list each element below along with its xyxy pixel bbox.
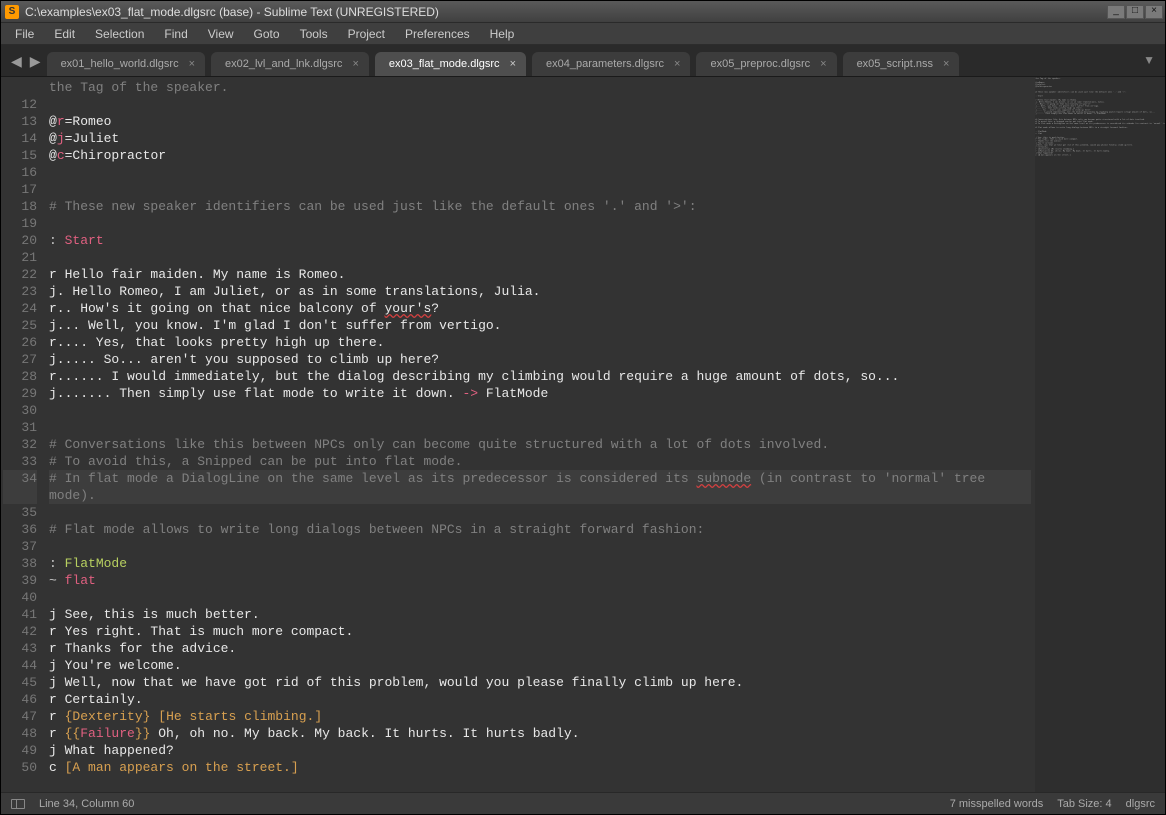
- tab-ex05_preproc-dlgsrc[interactable]: ex05_preproc.dlgsrc ×: [696, 52, 836, 76]
- code-line[interactable]: # Conversations like this between NPCs o…: [49, 436, 1031, 453]
- code-line[interactable]: [49, 215, 1031, 232]
- tab-close-icon[interactable]: ×: [510, 58, 516, 70]
- tab-close-icon[interactable]: ×: [943, 58, 949, 70]
- maximize-button[interactable]: □: [1126, 5, 1144, 19]
- code-line[interactable]: : FlatMode: [49, 555, 1031, 572]
- status-spellcheck[interactable]: 7 misspelled words: [950, 798, 1044, 810]
- tab-label: ex04_parameters.dlgsrc: [546, 58, 664, 70]
- code-line[interactable]: [49, 181, 1031, 198]
- tab-label: ex05_preproc.dlgsrc: [710, 58, 810, 70]
- tab-label: ex02_lvl_and_lnk.dlgsrc: [225, 58, 342, 70]
- tab-label: ex03_flat_mode.dlgsrc: [389, 58, 500, 70]
- menu-tools[interactable]: Tools: [292, 25, 336, 43]
- menu-view[interactable]: View: [200, 25, 242, 43]
- code-line[interactable]: @r=Romeo: [49, 113, 1031, 130]
- code-line[interactable]: r Hello fair maiden. My name is Romeo.: [49, 266, 1031, 283]
- code-line[interactable]: r...... I would immediately, but the dia…: [49, 368, 1031, 385]
- menu-help[interactable]: Help: [482, 25, 523, 43]
- tab-bar: ◀ ▶ ex01_hello_world.dlgsrc×ex02_lvl_and…: [1, 45, 1165, 77]
- code-line[interactable]: # In flat mode a DialogLine on the same …: [49, 470, 1031, 504]
- code-line[interactable]: j... Well, you know. I'm glad I don't su…: [49, 317, 1031, 334]
- code-line[interactable]: ~ flat: [49, 572, 1031, 589]
- code-line[interactable]: j..... So... aren't you supposed to clim…: [49, 351, 1031, 368]
- code-line[interactable]: j. Hello Romeo, I am Juliet, or as in so…: [49, 283, 1031, 300]
- code-line[interactable]: r Certainly.: [49, 691, 1031, 708]
- tab-label: ex01_hello_world.dlgsrc: [61, 58, 179, 70]
- menu-project[interactable]: Project: [340, 25, 393, 43]
- code-line[interactable]: [49, 504, 1031, 521]
- tab-ex03_flat_mode-dlgsrc[interactable]: ex03_flat_mode.dlgsrc ×: [375, 52, 526, 76]
- code-line[interactable]: @j=Juliet: [49, 130, 1031, 147]
- code-line[interactable]: r.. How's it going on that nice balcony …: [49, 300, 1031, 317]
- code-line[interactable]: j You're welcome.: [49, 657, 1031, 674]
- menu-edit[interactable]: Edit: [46, 25, 83, 43]
- code-line[interactable]: # Flat mode allows to write long dialogs…: [49, 521, 1031, 538]
- code-line[interactable]: j What happened?: [49, 742, 1031, 759]
- code-line[interactable]: [49, 538, 1031, 555]
- code-line[interactable]: [49, 96, 1031, 113]
- menu-find[interactable]: Find: [156, 25, 195, 43]
- status-bar: Line 34, Column 60 7 misspelled words Ta…: [1, 792, 1165, 814]
- code-line[interactable]: @c=Chiropractor: [49, 147, 1031, 164]
- code-line[interactable]: : Start: [49, 232, 1031, 249]
- window-titlebar: S C:\examples\ex03_flat_mode.dlgsrc (bas…: [1, 1, 1165, 23]
- code-line[interactable]: [49, 419, 1031, 436]
- window-title: C:\examples\ex03_flat_mode.dlgsrc (base)…: [25, 5, 1107, 19]
- status-syntax[interactable]: dlgsrc: [1126, 798, 1155, 810]
- menu-goto[interactable]: Goto: [246, 25, 288, 43]
- code-line[interactable]: r Yes right. That is much more compact.: [49, 623, 1031, 640]
- tab-close-icon[interactable]: ×: [352, 58, 358, 70]
- tab-ex05_script-nss[interactable]: ex05_script.nss ×: [843, 52, 960, 76]
- menu-selection[interactable]: Selection: [87, 25, 152, 43]
- code-line[interactable]: c [A man appears on the street.]: [49, 759, 1031, 776]
- menu-preferences[interactable]: Preferences: [397, 25, 478, 43]
- menu-file[interactable]: File: [7, 25, 42, 43]
- tab-label: ex05_script.nss: [857, 58, 933, 70]
- tab-close-icon[interactable]: ×: [189, 58, 195, 70]
- minimize-button[interactable]: _: [1107, 5, 1125, 19]
- tab-close-icon[interactable]: ×: [674, 58, 680, 70]
- code-line[interactable]: r {Dexterity} [He starts climbing.]: [49, 708, 1031, 725]
- menu-bar: FileEditSelectionFind ViewGotoToolsProjec…: [1, 23, 1165, 45]
- line-number-gutter: 1213141516171819202122232425262728293031…: [1, 77, 45, 792]
- editor-area: 1213141516171819202122232425262728293031…: [1, 77, 1165, 792]
- app-icon: S: [5, 5, 19, 19]
- code-line[interactable]: # To avoid this, a Snipped can be put in…: [49, 453, 1031, 470]
- code-line[interactable]: j Well, now that we have got rid of this…: [49, 674, 1031, 691]
- code-line[interactable]: [49, 589, 1031, 606]
- code-line[interactable]: the Tag of the speaker.: [49, 79, 1031, 96]
- code-line[interactable]: r {{Failure}} Oh, oh no. My back. My bac…: [49, 725, 1031, 742]
- code-line[interactable]: r.... Yes, that looks pretty high up the…: [49, 334, 1031, 351]
- window-buttons: _ □ ×: [1107, 5, 1163, 19]
- tab-close-icon[interactable]: ×: [820, 58, 826, 70]
- nav-forward-icon[interactable]: ▶: [30, 53, 41, 70]
- code-line[interactable]: # These new speaker identifiers can be u…: [49, 198, 1031, 215]
- close-button[interactable]: ×: [1145, 5, 1163, 19]
- tab-ex02_lvl_and_lnk-dlgsrc[interactable]: ex02_lvl_and_lnk.dlgsrc ×: [211, 52, 369, 76]
- tab-ex04_parameters-dlgsrc[interactable]: ex04_parameters.dlgsrc ×: [532, 52, 690, 76]
- panel-switcher-icon[interactable]: [11, 799, 25, 809]
- status-tabsize[interactable]: Tab Size: 4: [1057, 798, 1111, 810]
- code-line[interactable]: j....... Then simply use flat mode to wr…: [49, 385, 1031, 402]
- status-cursor[interactable]: Line 34, Column 60: [39, 798, 134, 810]
- code-line[interactable]: r Thanks for the advice.: [49, 640, 1031, 657]
- tab-overflow-icon[interactable]: ▼: [1143, 53, 1155, 67]
- tab-nav-arrows: ◀ ▶: [9, 53, 47, 76]
- minimap[interactable]: the Tag of the speaker. @r=Romeo @j=Juli…: [1035, 77, 1165, 792]
- code-line[interactable]: [49, 402, 1031, 419]
- code-line[interactable]: j See, this is much better.: [49, 606, 1031, 623]
- code-line[interactable]: [49, 249, 1031, 266]
- code-line[interactable]: [49, 164, 1031, 181]
- nav-back-icon[interactable]: ◀: [11, 53, 22, 70]
- tab-ex01_hello_world-dlgsrc[interactable]: ex01_hello_world.dlgsrc ×: [47, 52, 205, 76]
- code-editor[interactable]: the Tag of the speaker. @r=Romeo@j=Juliet…: [45, 77, 1035, 792]
